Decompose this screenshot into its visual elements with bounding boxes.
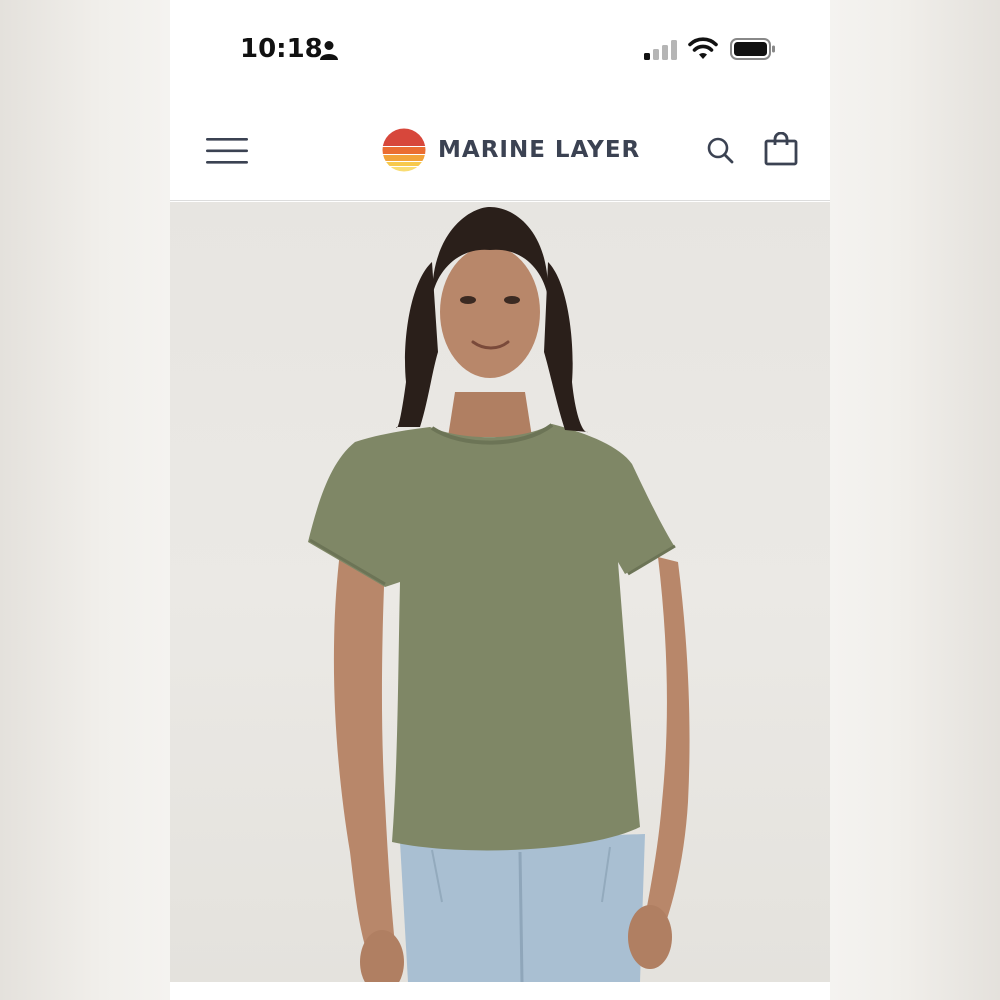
phone-screen: 10:18 MARINE LAYER	[170, 0, 830, 1000]
right-background	[830, 0, 1000, 1000]
product-photo[interactable]	[170, 202, 830, 982]
battery-icon	[730, 38, 775, 60]
search-icon[interactable]	[706, 136, 734, 164]
person-icon	[320, 41, 338, 60]
status-time: 10:18	[240, 34, 323, 64]
bottom-strip	[170, 982, 830, 1000]
menu-icon[interactable]	[206, 136, 250, 166]
sunset-logo-icon	[382, 128, 426, 172]
wifi-icon	[688, 37, 718, 59]
model-illustration	[308, 207, 690, 982]
status-bar: 10:18	[170, 0, 830, 95]
brand-name: MARINE LAYER	[438, 137, 641, 163]
cellular-signal-icon	[644, 40, 677, 60]
brand-logo-link[interactable]: MARINE LAYER	[382, 128, 640, 172]
shopping-bag-icon[interactable]	[764, 132, 798, 166]
site-header: MARINE LAYER	[170, 95, 830, 201]
left-background	[0, 0, 170, 1000]
